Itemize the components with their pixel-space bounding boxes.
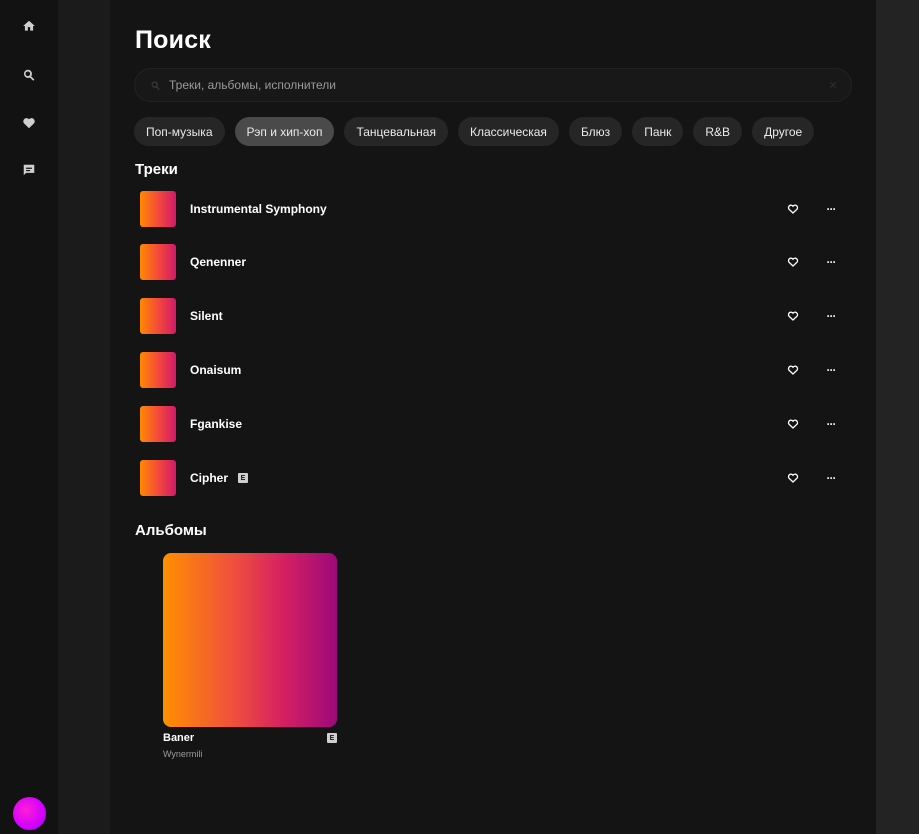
like-icon[interactable] xyxy=(784,253,802,271)
track-title: Cipher xyxy=(190,471,229,485)
right-margin xyxy=(876,0,919,834)
album-cover[interactable] xyxy=(163,553,337,727)
track-cover xyxy=(140,298,176,334)
track-row[interactable]: Instrumental Symphony ··· xyxy=(140,189,840,229)
like-icon[interactable] xyxy=(784,415,802,433)
track-title: Instrumental Symphony xyxy=(190,202,327,216)
track-cover xyxy=(140,244,176,280)
track-row[interactable]: Silent ··· xyxy=(140,296,840,336)
album-artist[interactable]: Wynermili xyxy=(163,749,337,759)
track-title: Silent xyxy=(190,309,223,323)
track-cover xyxy=(140,352,176,388)
gutter xyxy=(58,0,110,834)
more-options-button[interactable]: ··· xyxy=(822,363,840,377)
heart-icon[interactable] xyxy=(18,112,40,134)
explicit-badge: E xyxy=(238,473,249,483)
genre-chip-classical[interactable]: Классическая xyxy=(457,117,559,146)
explicit-badge: E xyxy=(327,733,337,743)
albums-section-title: Альбомы xyxy=(135,522,207,539)
left-nav-rail xyxy=(0,0,58,834)
track-cover xyxy=(140,191,176,227)
like-icon[interactable] xyxy=(784,361,802,379)
track-row[interactable]: Onaisum ··· xyxy=(140,350,840,390)
avatar[interactable] xyxy=(13,797,46,830)
track-title: Onaisum xyxy=(190,363,242,377)
genre-chip-other[interactable]: Другое xyxy=(752,117,815,146)
track-title: Qenenner xyxy=(190,255,247,269)
genre-filter-chips: Поп-музыка Рэп и хип-хоп Танцевальная Кл… xyxy=(134,117,815,146)
track-cover xyxy=(140,460,176,496)
track-cover xyxy=(140,406,176,442)
search-bar[interactable]: ✕ xyxy=(134,68,852,102)
like-icon[interactable] xyxy=(784,469,802,487)
search-input[interactable] xyxy=(169,78,821,92)
like-icon[interactable] xyxy=(784,200,802,218)
genre-chip-pop[interactable]: Поп-музыка xyxy=(134,117,225,146)
search-icon xyxy=(141,80,169,91)
more-options-button[interactable]: ··· xyxy=(822,417,840,431)
album-title[interactable]: Baner xyxy=(163,732,194,744)
track-row[interactable]: Fgankise ··· xyxy=(140,404,840,444)
more-options-button[interactable]: ··· xyxy=(822,255,840,269)
like-icon[interactable] xyxy=(784,307,802,325)
genre-chip-punk[interactable]: Панк xyxy=(632,117,684,146)
more-options-button[interactable]: ··· xyxy=(822,471,840,485)
more-options-button[interactable]: ··· xyxy=(822,309,840,323)
more-options-button[interactable]: ··· xyxy=(822,202,840,216)
page-title: Поиск xyxy=(135,26,212,54)
search-icon[interactable] xyxy=(18,64,40,86)
album-card[interactable]: Baner E Wynermili xyxy=(163,553,337,759)
track-title: Fgankise xyxy=(190,417,243,431)
search-page: Поиск ✕ Поп-музыка Рэп и хип-хоп Танцева… xyxy=(110,0,876,834)
genre-chip-rap[interactable]: Рэп и хип-хоп xyxy=(234,117,335,146)
clear-icon[interactable]: ✕ xyxy=(821,79,845,92)
home-icon[interactable] xyxy=(18,15,40,37)
track-row[interactable]: Qenenner ··· xyxy=(140,242,840,282)
tracks-section-title: Треки xyxy=(135,161,178,178)
chat-icon[interactable] xyxy=(18,159,40,181)
track-row[interactable]: Cipher E ··· xyxy=(140,458,840,498)
genre-chip-rnb[interactable]: R&B xyxy=(693,117,743,146)
genre-chip-blues[interactable]: Блюз xyxy=(568,117,623,146)
genre-chip-dance[interactable]: Танцевальная xyxy=(344,117,448,146)
